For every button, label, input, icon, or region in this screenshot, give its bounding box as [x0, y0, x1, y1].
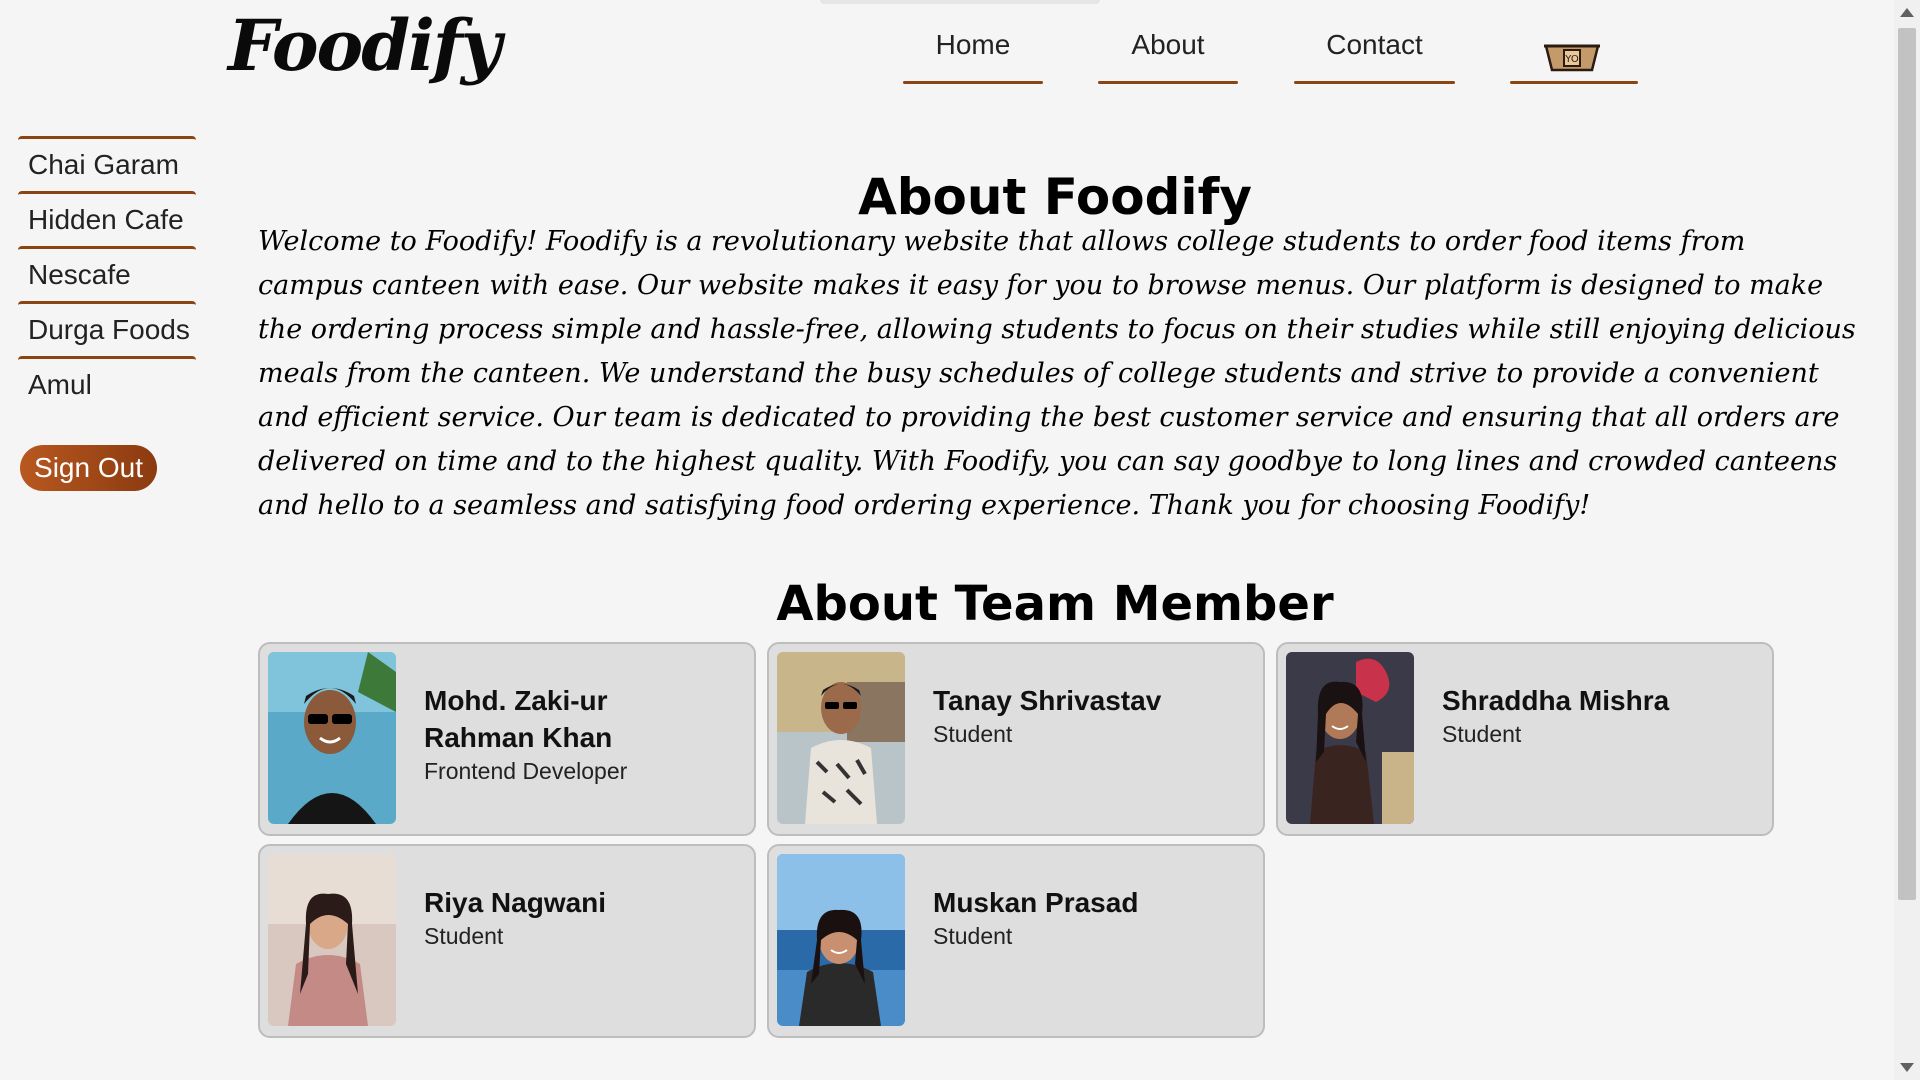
member-role: Student [1442, 721, 1522, 747]
member-role: Frontend Developer [424, 758, 628, 784]
sidebar-item-amul[interactable]: Amul [18, 356, 196, 411]
sign-out-button[interactable]: Sign Out [20, 445, 157, 491]
member-name-block: Mohd. Zaki-ur Rahman Khan Frontend Devel… [424, 682, 724, 786]
team-card: Riya Nagwani Student [258, 844, 756, 1038]
member-name-block: Muskan Prasad Student [933, 884, 1233, 951]
team-card: Shraddha Mishra Student [1276, 642, 1774, 836]
member-photo [1286, 652, 1414, 824]
nav-cart[interactable]: YO [1510, 24, 1638, 84]
scroll-up-icon[interactable] [1900, 8, 1914, 17]
member-name-block: Shraddha Mishra Student [1442, 682, 1742, 749]
member-photo [777, 652, 905, 824]
team-heading: About Team Member [776, 576, 1334, 632]
sidebar-item-nescafe[interactable]: Nescafe [18, 246, 196, 301]
member-name: Muskan Prasad [933, 887, 1139, 918]
team-card: Mohd. Zaki-ur Rahman Khan Frontend Devel… [258, 642, 756, 836]
scroll-down-icon[interactable] [1900, 1063, 1914, 1072]
nav-home[interactable]: Home [903, 24, 1043, 84]
member-role: Student [933, 923, 1013, 949]
svg-text:YO: YO [1564, 54, 1579, 65]
top-shadow [820, 0, 1100, 4]
food-box-icon: YO [1544, 44, 1600, 72]
member-name: Tanay Shrivastav [933, 685, 1162, 716]
sidebar-item-durga-foods[interactable]: Durga Foods [18, 301, 196, 356]
member-name-block: Riya Nagwani Student [424, 884, 724, 951]
member-name-block: Tanay Shrivastav Student [933, 682, 1233, 749]
member-role: Student [424, 923, 504, 949]
member-photo [777, 854, 905, 1026]
member-photo [268, 652, 396, 824]
scroll-thumb[interactable] [1898, 28, 1916, 900]
member-role: Student [933, 721, 1013, 747]
nav-contact[interactable]: Contact [1294, 24, 1455, 84]
team-card: Tanay Shrivastav Student [767, 642, 1265, 836]
nav-about[interactable]: About [1098, 24, 1238, 84]
member-photo [268, 854, 396, 1026]
member-name: Riya Nagwani [424, 887, 607, 918]
vertical-scrollbar[interactable] [1894, 0, 1920, 1080]
member-name: Shraddha Mishra [1442, 685, 1670, 716]
about-paragraph: Welcome to Foodify! Foodify is a revolut… [258, 226, 1856, 521]
about-heading: About Foodify [858, 168, 1252, 226]
team-card: Muskan Prasad Student [767, 844, 1265, 1038]
foodify-logo[interactable]: Foodify [228, 4, 502, 87]
member-name: Mohd. Zaki-ur Rahman Khan [424, 685, 613, 753]
